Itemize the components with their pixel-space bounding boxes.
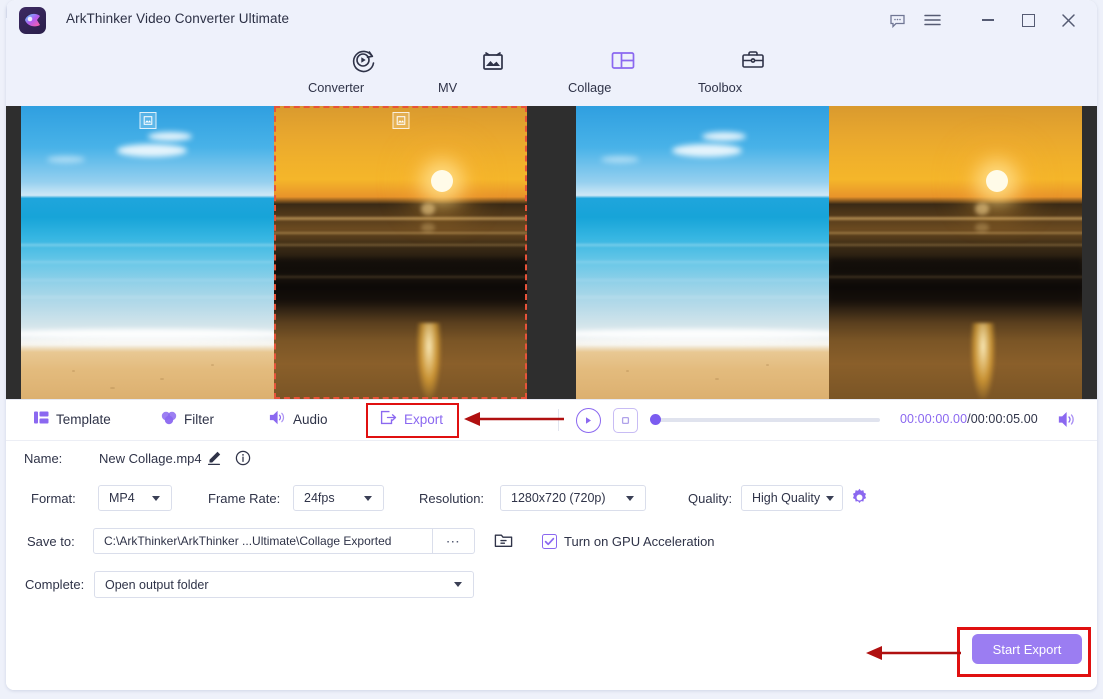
frame-rate-label: Frame Rate:: [208, 491, 281, 506]
complete-action-select[interactable]: Open output folder: [94, 571, 474, 598]
frame-rate-select[interactable]: 24fps: [293, 485, 384, 511]
output-name-value: New Collage.mp4: [99, 451, 202, 466]
editor-toolbar: Template Filter Audio Export 00:00:00.00…: [6, 399, 1097, 441]
collage-edit: [21, 106, 528, 399]
volume-icon[interactable]: [1058, 411, 1077, 433]
toolbar-export-label: Export: [404, 411, 444, 427]
browse-button[interactable]: ⋯: [433, 528, 475, 554]
complete-label: Complete:: [25, 577, 85, 592]
playback-time: 00:00:00.00/00:00:05.00: [900, 412, 1038, 426]
time-total: /00:00:05.00: [967, 412, 1038, 426]
tab-mv[interactable]: MV: [438, 42, 548, 95]
play-button[interactable]: [576, 408, 601, 433]
titlebar-divider: [6, 0, 7, 18]
gpu-acceleration-label: Turn on GPU Acceleration: [564, 534, 715, 549]
resolution-value: 1280x720 (720p): [511, 491, 606, 505]
toolbox-icon: [698, 42, 808, 78]
sun-glow: [985, 170, 1008, 193]
format-select[interactable]: MP4: [98, 485, 172, 511]
resolution-select[interactable]: 1280x720 (720p): [500, 485, 646, 511]
resolution-label: Resolution:: [419, 491, 485, 506]
quality-value: High Quality: [752, 491, 821, 505]
close-button[interactable]: [1051, 0, 1085, 40]
edit-cell-sunset[interactable]: [274, 106, 528, 399]
toolbar-separator: [558, 409, 559, 431]
chevron-down-icon: [626, 495, 634, 501]
toolbar-template-label: Template: [56, 411, 111, 427]
sun-reflection: [970, 322, 997, 399]
save-path-input[interactable]: C:\ArkThinker\ArkThinker ...Ultimate\Col…: [93, 528, 433, 554]
tab-toolbox-label: Toolbox: [698, 80, 743, 95]
sunset-beach-image: [274, 106, 528, 399]
toolbar-template[interactable]: Template: [34, 410, 111, 428]
tab-toolbox[interactable]: Toolbox: [698, 42, 808, 95]
open-folder-icon[interactable]: [493, 530, 514, 556]
edit-cell-ocean[interactable]: [21, 106, 275, 399]
progress-knob[interactable]: [650, 414, 661, 425]
title-bar: ArkThinker Video Converter Ultimate: [6, 0, 1097, 40]
sunset-beach-image: [828, 106, 1082, 399]
format-label: Format:: [31, 491, 76, 506]
app-root: ArkThinker Video Converter Ultimate Conv…: [0, 0, 1103, 699]
collage-preview: [575, 106, 1082, 399]
tab-mv-label: MV: [438, 80, 458, 95]
audio-icon: [269, 410, 286, 428]
preview-area: [6, 106, 1097, 399]
template-icon: [34, 410, 49, 428]
toolbar-filter-label: Filter: [184, 411, 214, 427]
chevron-down-icon: [826, 495, 834, 501]
toolbar-audio-label: Audio: [293, 411, 328, 427]
toolbar-filter[interactable]: Filter: [161, 410, 214, 428]
ocean-beach-image: [21, 106, 275, 399]
name-label: Name:: [24, 451, 63, 466]
chevron-down-icon: [454, 582, 462, 587]
feedback-icon[interactable]: [880, 0, 914, 40]
chevron-down-icon: [152, 495, 160, 501]
complete-action-value: Open output folder: [105, 577, 209, 592]
converter-icon: [308, 42, 418, 78]
playback-progress-slider[interactable]: [650, 414, 880, 425]
frame-rate-value: 24fps: [304, 491, 335, 505]
preview-divider: [542, 106, 561, 399]
tab-converter-label: Converter: [308, 80, 365, 95]
menu-icon[interactable]: [915, 0, 949, 40]
image-badge-icon: [392, 112, 410, 129]
sun-glow: [431, 170, 454, 193]
info-icon[interactable]: [235, 450, 251, 471]
main-nav: Converter MV Collage Toolbox: [6, 40, 1097, 106]
preview-cell-ocean: [575, 106, 829, 399]
preview-cell-sunset: [828, 106, 1082, 399]
tab-converter[interactable]: Converter: [308, 42, 418, 95]
image-badge-icon: [139, 112, 157, 129]
sun-reflection: [415, 322, 442, 399]
app-title: ArkThinker Video Converter Ultimate: [66, 11, 290, 26]
gpu-acceleration-checkbox[interactable]: [542, 534, 557, 549]
app-logo-icon: [19, 7, 46, 34]
preview-canvas: [561, 106, 1098, 399]
time-current: 00:00:00.00: [900, 412, 968, 426]
maximize-button[interactable]: [1011, 0, 1045, 40]
collage-icon: [568, 42, 678, 78]
save-to-label: Save to:: [27, 534, 75, 549]
toolbar-export[interactable]: Export: [380, 410, 443, 428]
mv-icon: [438, 42, 548, 78]
export-icon: [380, 410, 397, 428]
ocean-beach-image: [575, 106, 829, 399]
export-settings-panel: [6, 441, 1097, 690]
tab-collage-label: Collage: [568, 80, 612, 95]
quality-label: Quality:: [688, 491, 733, 506]
chevron-down-icon: [364, 495, 372, 501]
filter-icon: [161, 410, 177, 428]
minimize-button[interactable]: [971, 0, 1005, 40]
save-path-value: C:\ArkThinker\ArkThinker ...Ultimate\Col…: [104, 534, 392, 548]
toolbar-audio[interactable]: Audio: [269, 410, 328, 428]
edit-name-icon[interactable]: [206, 450, 222, 471]
edit-canvas[interactable]: [6, 106, 543, 399]
format-value: MP4: [109, 491, 135, 505]
stop-button[interactable]: [613, 408, 638, 433]
start-export-button[interactable]: Start Export: [972, 634, 1082, 664]
gear-icon[interactable]: [850, 488, 869, 512]
quality-select[interactable]: High Quality: [741, 485, 843, 511]
tab-collage[interactable]: Collage: [568, 42, 678, 95]
